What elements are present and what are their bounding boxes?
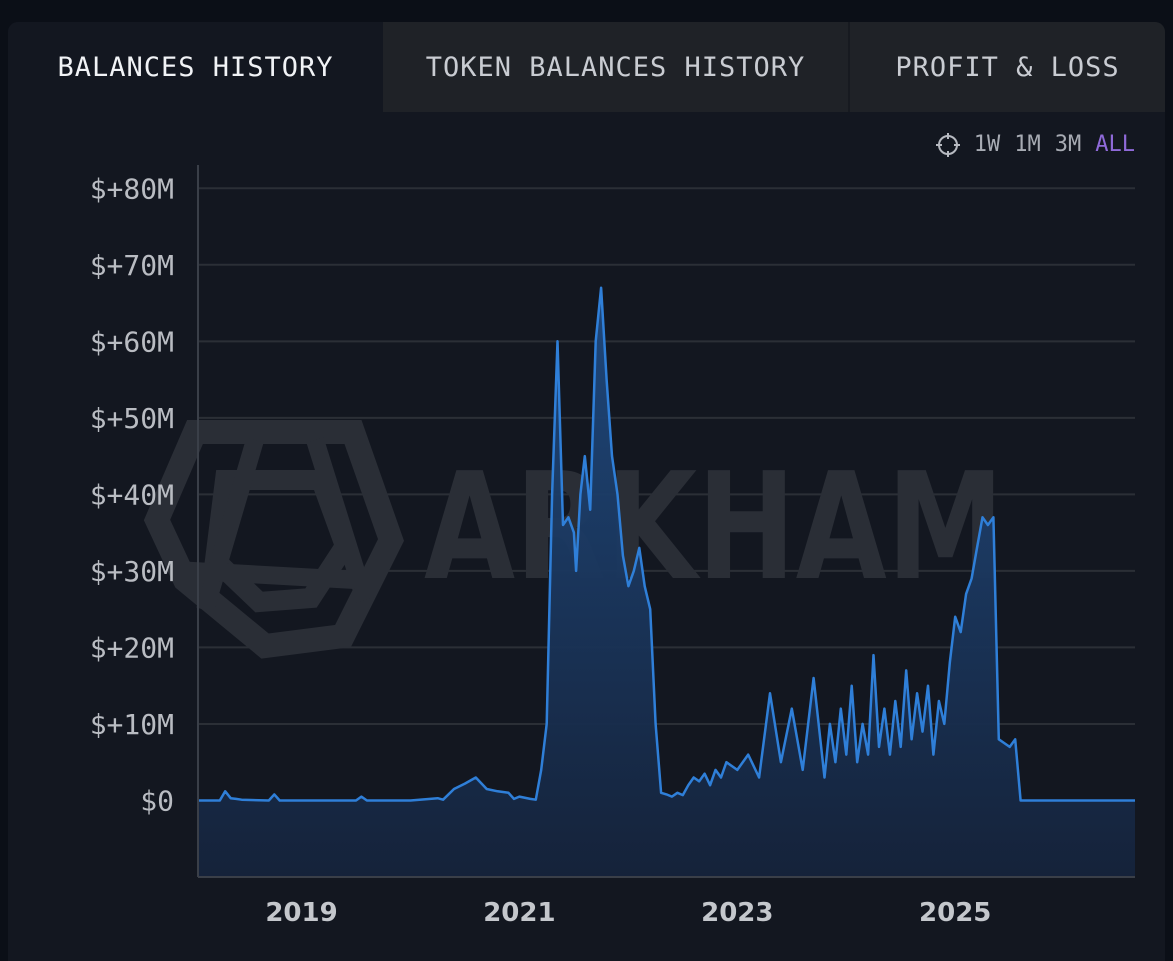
y-tick-label: $+50M — [90, 402, 174, 435]
x-axis-labels: 2019 2021 2023 2025 — [265, 898, 991, 928]
y-tick-label: $+30M — [90, 555, 174, 588]
y-tick-label: $+80M — [90, 172, 174, 205]
watermark-text: ARKHAM — [424, 441, 1004, 613]
arkham-logo-icon — [143, 420, 405, 659]
x-tick-label: 2023 — [701, 898, 773, 928]
x-tick-label: 2025 — [919, 898, 991, 928]
y-tick-label: $+10M — [90, 708, 174, 741]
x-tick-label: 2019 — [265, 898, 337, 928]
y-tick-label: $+20M — [90, 631, 174, 664]
x-tick-label: 2021 — [483, 898, 555, 928]
y-tick-label: $+40M — [90, 478, 174, 511]
balance-history-chart: ARKHAM $0$+10M$+20M$+30M$+40M$+50M$+60M$… — [90, 165, 1135, 928]
y-axis-labels: $0 $+10M $+20M $+30M $+40M $+50M $+60M $+70M $+8… — [90, 172, 174, 817]
y-tick-label: $+70M — [90, 249, 174, 282]
y-tick-label: $0 — [140, 784, 174, 817]
y-tick-label: $+60M — [90, 325, 174, 358]
